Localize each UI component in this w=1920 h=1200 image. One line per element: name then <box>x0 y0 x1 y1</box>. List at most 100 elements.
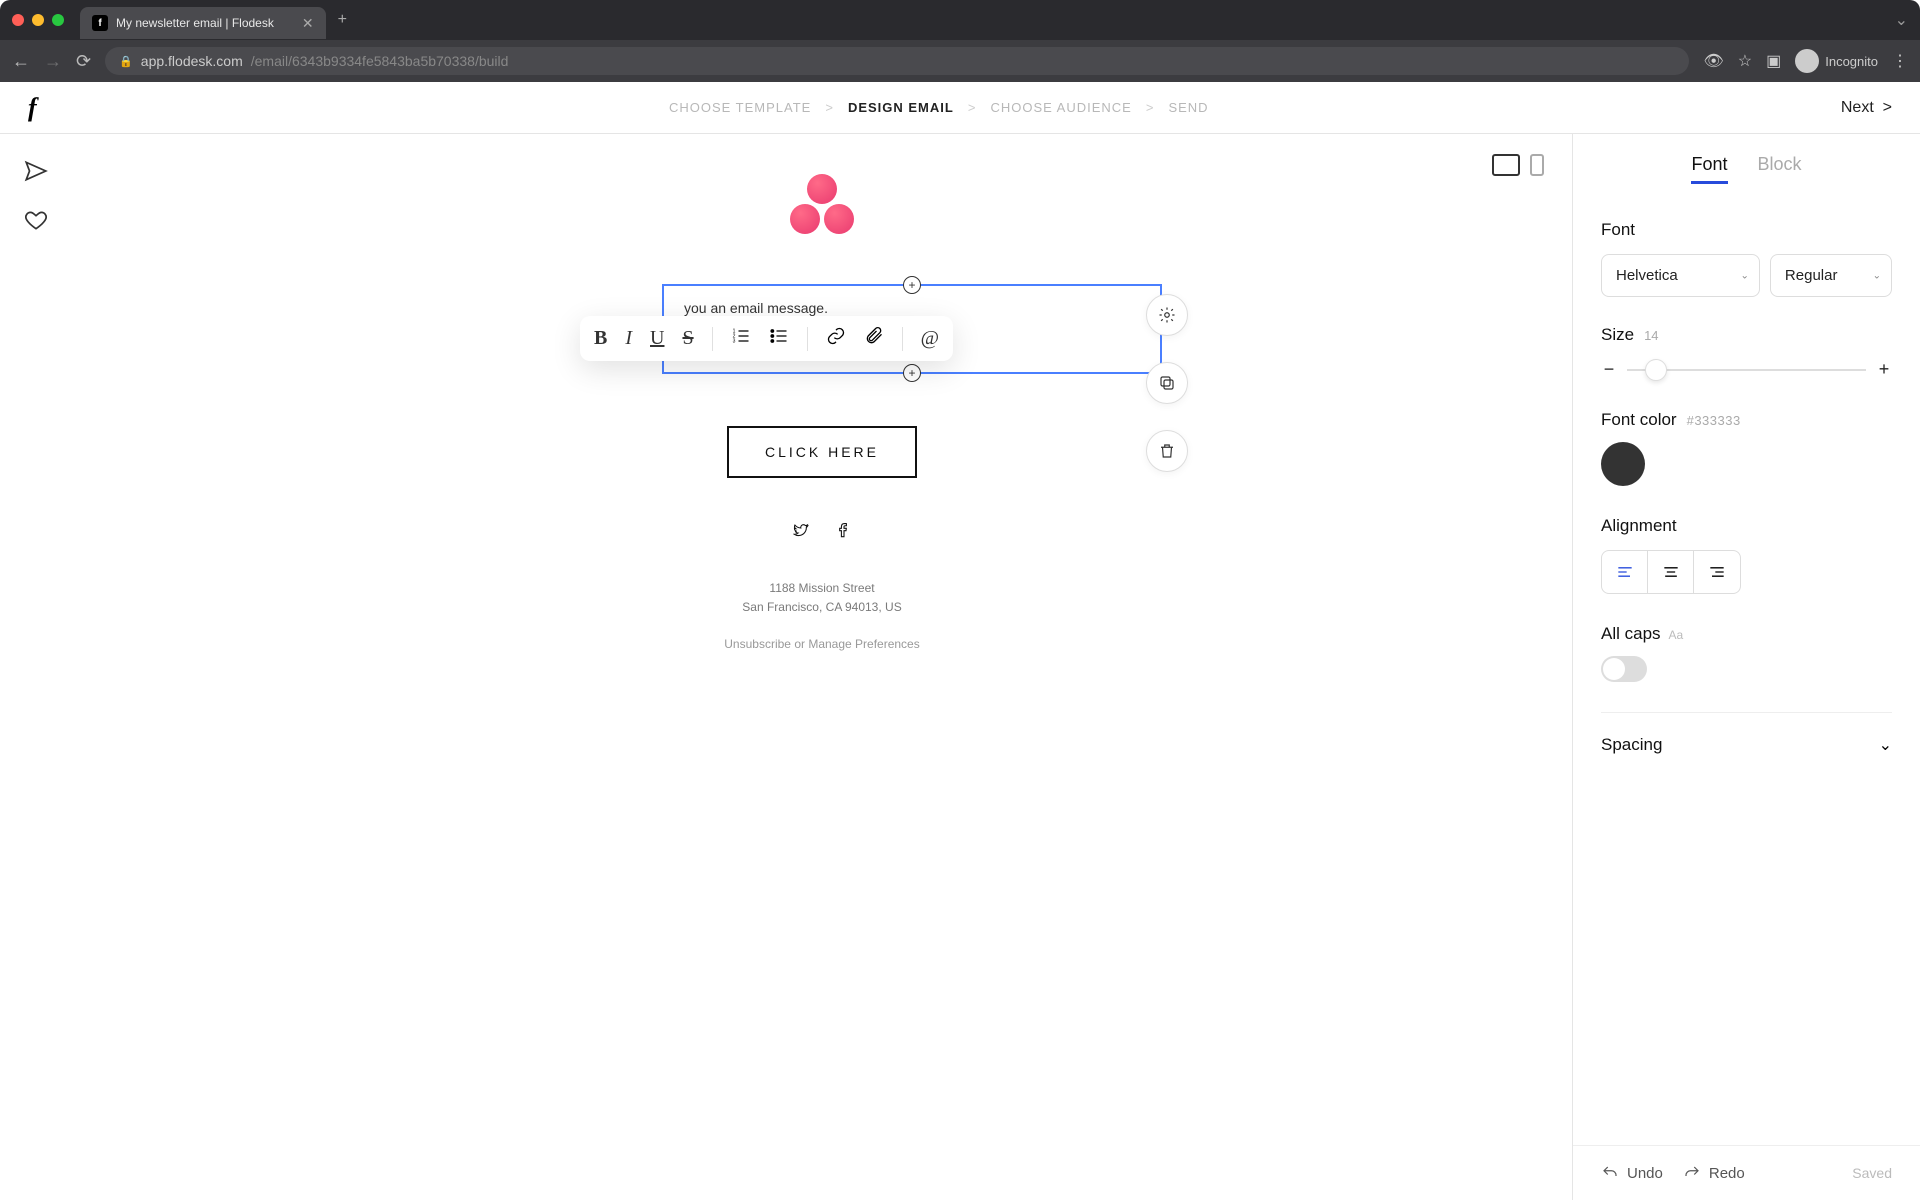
app-logo[interactable]: f <box>28 93 37 123</box>
sidebar-tabs: Font Block <box>1573 134 1920 196</box>
mention-button[interactable]: @ <box>921 327 939 350</box>
separator <box>807 327 808 351</box>
decrease-size-button[interactable]: − <box>1601 359 1617 380</box>
breadcrumb-step-design[interactable]: DESIGN EMAIL <box>848 100 954 115</box>
separator <box>902 327 903 351</box>
cta-button[interactable]: CLICK HERE <box>727 426 917 478</box>
chevron-down-icon: ⌄ <box>1741 270 1749 281</box>
left-toolbar <box>0 134 72 1200</box>
url-input[interactable]: 🔒 app.flodesk.com/email/6343b9334fe5843b… <box>105 47 1689 75</box>
lock-icon: 🔒 <box>119 55 133 68</box>
canvas: B I U S 123 @ + you an email message. <box>72 134 1572 1200</box>
bullet-list-button[interactable] <box>769 326 789 351</box>
saved-status: Saved <box>1852 1165 1892 1181</box>
chevron-right-icon: > <box>825 100 834 115</box>
facebook-icon[interactable] <box>835 522 851 543</box>
block-tools <box>1146 294 1188 472</box>
strikethrough-button[interactable]: S <box>682 327 693 350</box>
favorite-icon[interactable] <box>23 207 49 238</box>
back-button[interactable]: ← <box>12 51 30 72</box>
footer-links: Unsubscribe or Manage Preferences <box>462 637 1182 651</box>
breadcrumb-step-send[interactable]: SEND <box>1168 100 1208 115</box>
spacing-section[interactable]: Spacing ⌄ <box>1601 712 1892 755</box>
extensions-icon[interactable]: ▣ <box>1766 51 1781 71</box>
bold-button[interactable]: B <box>594 327 607 350</box>
color-swatch[interactable] <box>1601 442 1645 486</box>
maximize-window-icon[interactable] <box>52 14 64 26</box>
close-tab-icon[interactable]: ✕ <box>302 15 314 32</box>
increase-size-button[interactable]: + <box>1876 359 1892 380</box>
minimize-window-icon[interactable] <box>32 14 44 26</box>
add-block-below-icon[interactable]: + <box>903 364 921 382</box>
allcaps-hint: Aa <box>1669 628 1684 642</box>
breadcrumb-step-template[interactable]: CHOOSE TEMPLATE <box>669 100 811 115</box>
slider-thumb[interactable] <box>1645 359 1667 381</box>
social-links <box>462 522 1182 543</box>
incognito-icon <box>1795 49 1819 73</box>
sidebar-footer: Undo Redo Saved <box>1573 1145 1920 1200</box>
profile-button[interactable]: Incognito <box>1795 49 1878 73</box>
eye-off-icon[interactable]: 👁 <box>1703 51 1723 71</box>
size-label: Size <box>1601 325 1634 345</box>
chevron-down-icon: ⌄ <box>1879 735 1892 755</box>
italic-button[interactable]: I <box>625 327 632 350</box>
close-window-icon[interactable] <box>12 14 24 26</box>
url-path: /email/6343b9334fe5843ba5b70338/build <box>251 53 509 69</box>
delete-block-icon[interactable] <box>1146 430 1188 472</box>
mobile-preview-icon[interactable] <box>1530 154 1544 176</box>
unsubscribe-link[interactable]: Unsubscribe <box>724 637 791 651</box>
footer-address: 1188 Mission Street San Francisco, CA 94… <box>462 579 1182 617</box>
new-tab-button[interactable]: + <box>338 11 347 29</box>
desktop-preview-icon[interactable] <box>1492 154 1520 176</box>
chevron-down-icon: ⌄ <box>1873 270 1881 281</box>
chevron-right-icon: > <box>968 100 977 115</box>
forward-button[interactable]: → <box>44 51 62 72</box>
redo-button[interactable]: Redo <box>1683 1164 1745 1182</box>
preview-toggle <box>1492 154 1544 176</box>
ordered-list-button[interactable]: 123 <box>731 326 751 351</box>
tab-font[interactable]: Font <box>1691 154 1727 184</box>
undo-button[interactable]: Undo <box>1601 1164 1663 1182</box>
manage-preferences-link[interactable]: Manage Preferences <box>808 637 919 651</box>
font-color-hex: #333333 <box>1687 413 1741 428</box>
allcaps-label: All caps <box>1601 624 1661 644</box>
email-logo[interactable] <box>790 174 854 234</box>
tab-block[interactable]: Block <box>1758 154 1802 184</box>
duplicate-block-icon[interactable] <box>1146 362 1188 404</box>
url-host: app.flodesk.com <box>141 53 243 69</box>
app-header: f CHOOSE TEMPLATE > DESIGN EMAIL > CHOOS… <box>0 82 1920 134</box>
font-family-select[interactable]: Helvetica ⌄ <box>1601 254 1760 297</box>
chevron-down-icon[interactable]: ⌄ <box>1895 10 1908 30</box>
attachment-button[interactable] <box>864 326 884 351</box>
font-weight-select[interactable]: Regular ⌄ <box>1770 254 1892 297</box>
add-block-above-icon[interactable]: + <box>903 276 921 294</box>
font-section-label: Font <box>1601 220 1892 240</box>
profile-label: Incognito <box>1825 54 1878 69</box>
link-button[interactable] <box>826 326 846 351</box>
reload-button[interactable]: ⟳ <box>76 51 91 72</box>
separator <box>712 327 713 351</box>
align-left-button[interactable] <box>1602 551 1648 593</box>
allcaps-toggle[interactable] <box>1601 656 1647 682</box>
browser-tab[interactable]: f My newsletter email | Flodesk ✕ <box>80 7 326 39</box>
alignment-group <box>1601 550 1741 594</box>
menu-icon[interactable]: ⋮ <box>1892 51 1908 71</box>
text-format-toolbar: B I U S 123 @ <box>580 316 953 361</box>
text-line[interactable]: you an email message. <box>684 300 1140 316</box>
align-center-button[interactable] <box>1648 551 1694 593</box>
underline-button[interactable]: U <box>650 327 664 350</box>
tab-title: My newsletter email | Flodesk <box>116 16 274 30</box>
send-preview-icon[interactable] <box>23 158 49 189</box>
breadcrumb-step-audience[interactable]: CHOOSE AUDIENCE <box>990 100 1131 115</box>
next-button[interactable]: Next > <box>1841 99 1892 117</box>
star-icon[interactable]: ☆ <box>1738 51 1752 71</box>
size-value: 14 <box>1644 328 1658 343</box>
svg-text:3: 3 <box>732 339 735 345</box>
block-settings-icon[interactable] <box>1146 294 1188 336</box>
browser-titlebar: f My newsletter email | Flodesk ✕ + ⌄ <box>0 0 1920 40</box>
align-right-button[interactable] <box>1694 551 1740 593</box>
twitter-icon[interactable] <box>793 522 809 543</box>
size-slider[interactable] <box>1627 369 1866 371</box>
window-controls <box>12 14 64 26</box>
address-bar: ← → ⟳ 🔒 app.flodesk.com/email/6343b9334f… <box>0 40 1920 82</box>
